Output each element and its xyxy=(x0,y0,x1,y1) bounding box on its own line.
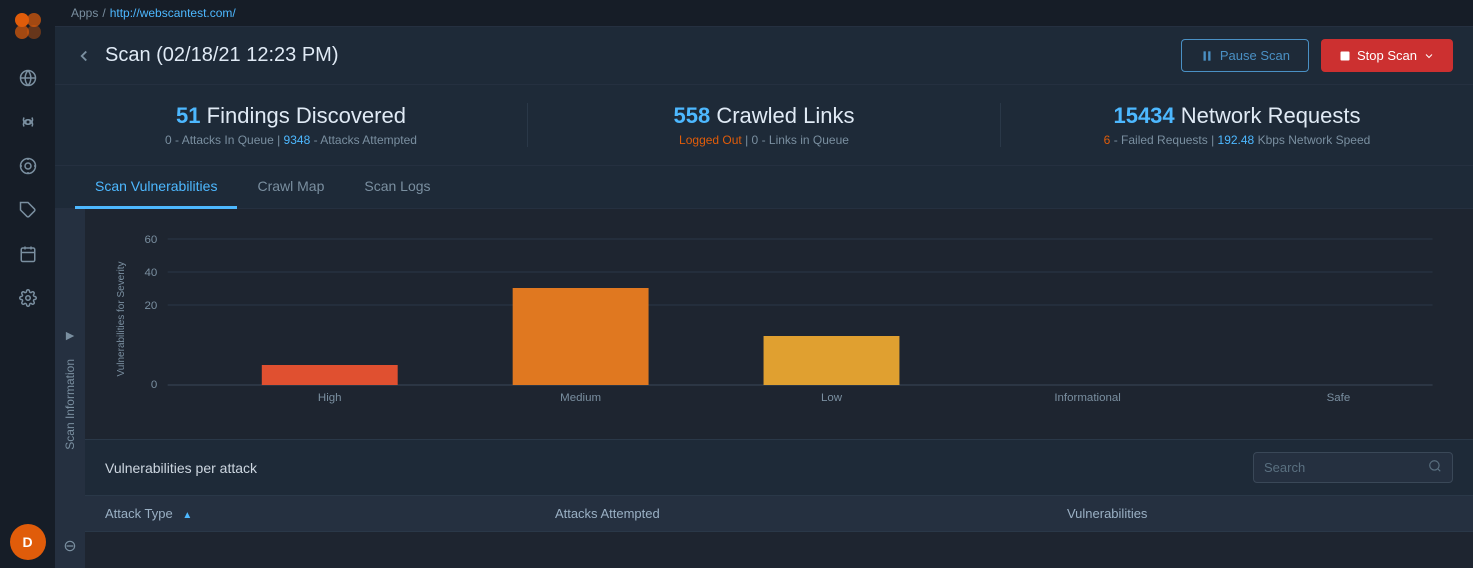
network-label: Network Requests xyxy=(1181,103,1361,128)
globe-icon[interactable] xyxy=(10,60,46,96)
pause-scan-button[interactable]: Pause Scan xyxy=(1181,39,1309,72)
tab-crawl-map[interactable]: Crawl Map xyxy=(237,166,344,209)
panel-arrow-icon: ► xyxy=(63,327,77,343)
col-vulnerabilities[interactable]: Vulnerabilities xyxy=(1047,496,1473,532)
stat-crawled: 558 Crawled Links Logged Out | 0 - Links… xyxy=(528,103,1001,147)
network-speed-number: 192.48 xyxy=(1218,133,1255,147)
target-icon[interactable] xyxy=(10,148,46,184)
bar-high xyxy=(262,365,398,385)
page-title: Scan (02/18/21 12:23 PM) xyxy=(105,44,338,67)
svg-text:High: High xyxy=(318,392,342,404)
failed-requests-number: 6 xyxy=(1104,133,1111,147)
search-input[interactable] xyxy=(1264,460,1420,475)
attacks-queue-text: - Attacks In Queue | xyxy=(175,133,284,147)
svg-text:Vulnerabilities for Severity: Vulnerabilities for Severity xyxy=(116,261,127,377)
crawled-label: Crawled Links xyxy=(716,103,854,128)
back-button[interactable] xyxy=(75,47,93,65)
bar-low xyxy=(764,336,900,385)
vulnerabilities-table: Attack Type ▲ Attacks Attempted Vulnerab… xyxy=(85,496,1473,532)
calendar-icon[interactable] xyxy=(10,236,46,272)
bar-medium xyxy=(513,288,649,385)
links-queue-text: | 0 - Links in Queue xyxy=(745,133,849,147)
breadcrumb-apps[interactable]: Apps xyxy=(71,6,98,20)
stat-network: 15434 Network Requests 6 - Failed Reques… xyxy=(1001,103,1473,147)
header-left: Scan (02/18/21 12:23 PM) xyxy=(75,44,338,67)
svg-text:Informational: Informational xyxy=(1054,392,1120,404)
panel-collapse-icon[interactable]: ⊖ xyxy=(63,536,76,556)
stat-findings: 51 Findings Discovered 0 - Attacks In Qu… xyxy=(55,103,528,147)
svg-text:40: 40 xyxy=(144,267,157,279)
col-attacks-attempted[interactable]: Attacks Attempted xyxy=(535,496,1047,532)
search-icon xyxy=(1428,459,1442,476)
crawled-number: 558 xyxy=(673,103,710,128)
logged-out-text: Logged Out xyxy=(679,133,742,147)
content-area: ► Scan Information ⊖ 60 40 20 0 xyxy=(55,209,1473,568)
stats-row: 51 Findings Discovered 0 - Attacks In Qu… xyxy=(55,85,1473,166)
svg-text:Low: Low xyxy=(821,392,843,404)
breadcrumb-url[interactable]: http://webscantest.com/ xyxy=(110,6,236,20)
findings-label: Findings Discovered xyxy=(207,103,406,128)
svg-text:60: 60 xyxy=(144,234,157,246)
col-attack-type[interactable]: Attack Type ▲ xyxy=(85,496,535,532)
header-actions: Pause Scan Stop Scan xyxy=(1181,39,1453,72)
chart-svg: 60 40 20 0 High Medium Low xyxy=(105,229,1443,419)
breadcrumb: Apps / http://webscantest.com/ xyxy=(55,0,1473,27)
avatar: D xyxy=(10,524,46,560)
sort-icon: ▲ xyxy=(182,510,192,521)
biohazard-icon[interactable] xyxy=(10,104,46,140)
tabs: Scan Vulnerabilities Crawl Map Scan Logs xyxy=(55,166,1473,209)
findings-number: 51 xyxy=(176,103,200,128)
page-header: Scan (02/18/21 12:23 PM) Pause Scan Stop… xyxy=(55,27,1473,85)
attacks-attempted-number: 9348 xyxy=(284,133,311,147)
table-header-bar: Vulnerabilities per attack xyxy=(85,440,1473,496)
svg-text:20: 20 xyxy=(144,300,157,312)
sidebar-bottom: D xyxy=(10,524,46,560)
settings-icon[interactable] xyxy=(10,280,46,316)
attacks-attempted-text: - Attacks Attempted xyxy=(314,133,417,147)
tab-scan-logs[interactable]: Scan Logs xyxy=(344,166,450,209)
table-section: Vulnerabilities per attack Attack Type xyxy=(85,439,1473,532)
chart-table-area: 60 40 20 0 High Medium Low xyxy=(85,209,1473,568)
network-number: 15434 xyxy=(1113,103,1174,128)
tab-vulnerabilities[interactable]: Scan Vulnerabilities xyxy=(75,166,237,209)
failed-requests-text: - Failed Requests | xyxy=(1114,133,1218,147)
network-speed-text: Kbps Network Speed xyxy=(1258,133,1371,147)
svg-text:Safe: Safe xyxy=(1327,392,1351,404)
main-content: Apps / http://webscantest.com/ Scan (02/… xyxy=(55,0,1473,568)
scan-information-panel[interactable]: ► Scan Information ⊖ xyxy=(55,209,85,568)
panel-label: Scan Information xyxy=(63,359,77,450)
stop-scan-button[interactable]: Stop Scan xyxy=(1321,39,1453,72)
attacks-queue: 0 xyxy=(165,133,172,147)
sidebar: D xyxy=(0,0,55,568)
table-title: Vulnerabilities per attack xyxy=(105,460,257,476)
vulnerability-chart: 60 40 20 0 High Medium Low xyxy=(85,209,1473,439)
app-logo xyxy=(10,8,46,44)
breadcrumb-separator: / xyxy=(102,6,105,20)
svg-text:Medium: Medium xyxy=(560,392,601,404)
search-box xyxy=(1253,452,1453,483)
svg-text:0: 0 xyxy=(151,379,157,391)
tag-icon[interactable] xyxy=(10,192,46,228)
